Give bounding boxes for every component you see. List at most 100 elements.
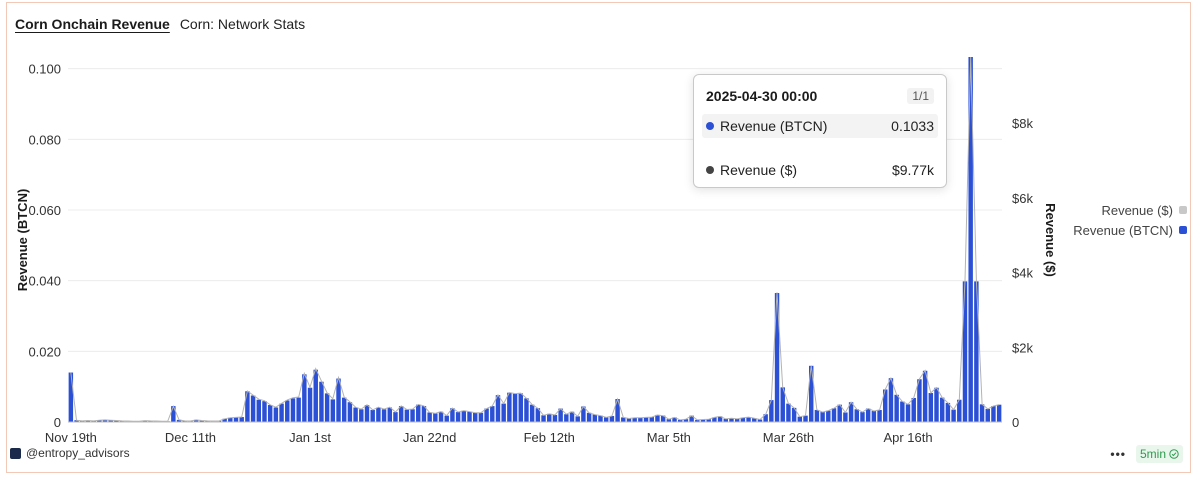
bar[interactable] — [455, 412, 461, 422]
bar[interactable] — [524, 398, 529, 422]
bar[interactable] — [319, 381, 324, 422]
bar[interactable] — [945, 402, 951, 422]
bar[interactable] — [233, 417, 239, 422]
bar[interactable] — [979, 404, 985, 422]
bar[interactable] — [518, 393, 523, 422]
bar[interactable] — [501, 403, 506, 422]
bar[interactable] — [814, 409, 820, 422]
bar[interactable] — [364, 405, 370, 422]
bar[interactable] — [416, 404, 421, 422]
bar[interactable] — [381, 409, 387, 422]
bar[interactable] — [649, 417, 654, 422]
bar[interactable] — [478, 412, 484, 422]
bar[interactable] — [541, 415, 546, 422]
bar[interactable] — [347, 402, 353, 422]
bar[interactable] — [484, 408, 489, 422]
bar[interactable] — [911, 397, 916, 422]
bar[interactable] — [962, 281, 968, 422]
bar[interactable] — [894, 394, 899, 422]
bar[interactable] — [330, 399, 336, 422]
bar[interactable] — [603, 417, 609, 422]
bar[interactable] — [638, 417, 643, 422]
bar[interactable] — [398, 406, 404, 422]
bar[interactable] — [256, 399, 262, 422]
bar[interactable] — [951, 409, 956, 422]
bar[interactable] — [273, 407, 279, 422]
bar[interactable] — [427, 412, 432, 422]
bar[interactable] — [865, 408, 871, 422]
bar[interactable] — [797, 416, 803, 422]
bar[interactable] — [820, 412, 825, 422]
bar[interactable] — [313, 369, 318, 422]
bar[interactable] — [974, 281, 979, 422]
bar[interactable] — [592, 414, 598, 422]
bar[interactable] — [586, 412, 592, 422]
bar[interactable] — [939, 397, 945, 422]
bar[interactable] — [831, 408, 837, 422]
bar[interactable] — [643, 417, 649, 422]
bar[interactable] — [262, 401, 267, 422]
bar[interactable] — [928, 393, 934, 422]
bar[interactable] — [387, 407, 392, 422]
bar[interactable] — [461, 410, 467, 422]
tooltip-row-value: 0.1033 — [891, 118, 934, 134]
bar[interactable] — [444, 415, 449, 422]
legend-item-btcn[interactable]: Revenue (BTCN) — [1073, 220, 1187, 240]
bar[interactable] — [512, 393, 518, 422]
bar[interactable] — [171, 406, 176, 422]
bar[interactable] — [843, 412, 848, 422]
bar[interactable] — [877, 409, 882, 422]
bar[interactable] — [985, 408, 990, 422]
bar[interactable] — [307, 387, 313, 422]
bar[interactable] — [467, 411, 472, 422]
bar[interactable] — [826, 410, 831, 422]
bar[interactable] — [250, 395, 256, 422]
bar[interactable] — [472, 412, 478, 422]
bar[interactable] — [410, 409, 415, 422]
bar[interactable] — [552, 414, 558, 422]
bar[interactable] — [575, 416, 580, 422]
bar[interactable] — [888, 378, 894, 422]
bar[interactable] — [370, 409, 375, 422]
bar[interactable] — [490, 406, 495, 422]
tooltip-pager[interactable]: 1/1 — [907, 88, 934, 104]
legend-item-usd[interactable]: Revenue ($) — [1073, 200, 1187, 220]
bar[interactable] — [296, 397, 301, 422]
attribution-handle[interactable]: @entropy_advisors — [26, 446, 130, 460]
bar[interactable] — [324, 393, 330, 422]
bar[interactable] — [934, 387, 939, 422]
bar[interactable] — [290, 398, 296, 422]
bar[interactable] — [786, 403, 791, 422]
more-options-icon[interactable]: ••• — [1110, 447, 1126, 461]
bar[interactable] — [68, 372, 74, 422]
y2-tick-label: $8k — [1012, 116, 1033, 131]
bar[interactable] — [547, 413, 552, 422]
refresh-interval: 5min — [1139, 447, 1166, 461]
bar[interactable] — [495, 395, 501, 422]
y-tick-label: 0 — [54, 415, 61, 430]
bar[interactable] — [353, 407, 358, 422]
bar[interactable] — [279, 403, 284, 422]
bar[interactable] — [564, 414, 569, 422]
bar[interactable] — [404, 409, 410, 422]
y2-axis-label: Revenue ($) — [1043, 203, 1058, 277]
bar[interactable] — [285, 400, 290, 422]
bar[interactable] — [860, 412, 865, 422]
bar[interactable] — [991, 406, 996, 422]
bar[interactable] — [359, 409, 364, 422]
bar[interactable] — [267, 405, 273, 422]
bar[interactable] — [393, 412, 398, 422]
bar[interactable] — [341, 397, 347, 422]
bar[interactable] — [803, 415, 808, 422]
bar[interactable] — [421, 406, 427, 422]
bar[interactable] — [900, 401, 905, 422]
bar[interactable] — [376, 407, 381, 422]
bar[interactable] — [239, 417, 244, 422]
bar[interactable] — [905, 404, 911, 422]
bar[interactable] — [871, 411, 877, 422]
bar[interactable] — [529, 404, 535, 422]
bar[interactable] — [996, 404, 1002, 422]
bar[interactable] — [507, 392, 512, 422]
bar[interactable] — [854, 409, 859, 422]
bar[interactable] — [433, 413, 438, 422]
